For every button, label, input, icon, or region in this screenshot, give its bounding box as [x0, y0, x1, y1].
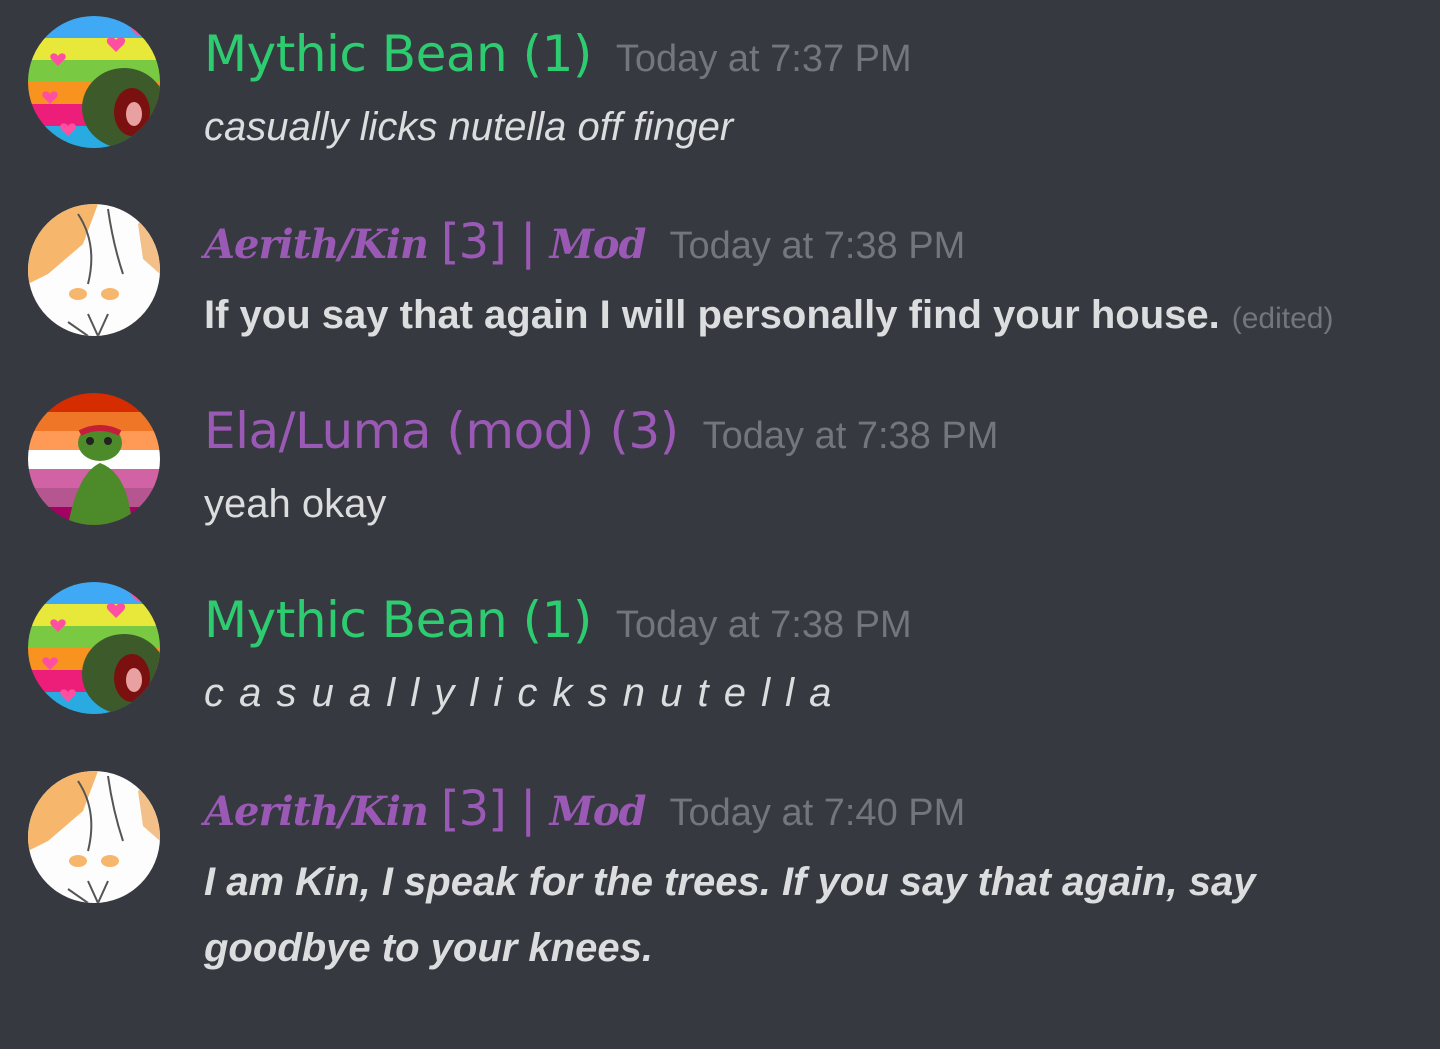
message-header: Ela/Luma (mod) (3) Today at 7:38 PM [204, 403, 998, 459]
username-rank: [3] | [440, 781, 550, 837]
username-fancy: Aerith/Kin [204, 788, 429, 835]
edited-label: (edited) [1231, 302, 1334, 335]
username[interactable]: Aerith/Kin [3] | Mod [204, 781, 647, 840]
anime-character-avatar-icon [28, 771, 160, 903]
message-header: Mythic Bean (1) Today at 7:38 PM [204, 592, 912, 648]
pride-kermit-avatar-icon [28, 16, 160, 148]
avatar[interactable] [28, 204, 160, 336]
anime-character-avatar-icon [28, 204, 160, 336]
timestamp: Today at 7:37 PM [615, 38, 912, 80]
message-header: Mythic Bean (1) Today at 7:37 PM [204, 26, 912, 82]
avatar[interactable] [28, 771, 160, 903]
pride-kermit-avatar-icon [28, 582, 160, 714]
username-mod: Mod [549, 221, 647, 268]
message-text: casually licks nutella off finger [204, 105, 734, 149]
chat-messages: Mythic Bean (1) Today at 7:37 PM casuall… [0, 0, 1440, 1049]
message-text: I am Kin, I speak for the trees. If you … [204, 860, 1256, 970]
message-text: yeah okay [204, 482, 387, 526]
avatar[interactable] [28, 393, 160, 525]
message-text: If you say that again I will personally … [204, 282, 1404, 352]
message-text: c a s u a l l y l i c k s n u t e l l a [204, 671, 834, 715]
username[interactable]: Ela/Luma (mod) (3) [204, 403, 679, 459]
timestamp: Today at 7:40 PM [669, 792, 966, 834]
timestamp: Today at 7:38 PM [615, 604, 912, 646]
lesbian-flag-kermit-avatar-icon [28, 393, 160, 525]
username[interactable]: Mythic Bean (1) [204, 26, 592, 82]
timestamp: Today at 7:38 PM [702, 415, 999, 457]
timestamp: Today at 7:38 PM [669, 225, 966, 267]
username[interactable]: Aerith/Kin [3] | Mod [204, 214, 647, 273]
username[interactable]: Mythic Bean (1) [204, 592, 592, 648]
username-fancy: Aerith/Kin [204, 221, 429, 268]
username-mod: Mod [549, 788, 647, 835]
message-body: If you say that again I will personally … [204, 293, 1220, 337]
message-header: Aerith/Kin [3] | Mod Today at 7:40 PM [204, 781, 965, 837]
message-header: Aerith/Kin [3] | Mod Today at 7:38 PM [204, 214, 965, 270]
avatar[interactable] [28, 582, 160, 714]
username-rank: [3] | [440, 214, 550, 270]
avatar[interactable] [28, 16, 160, 148]
